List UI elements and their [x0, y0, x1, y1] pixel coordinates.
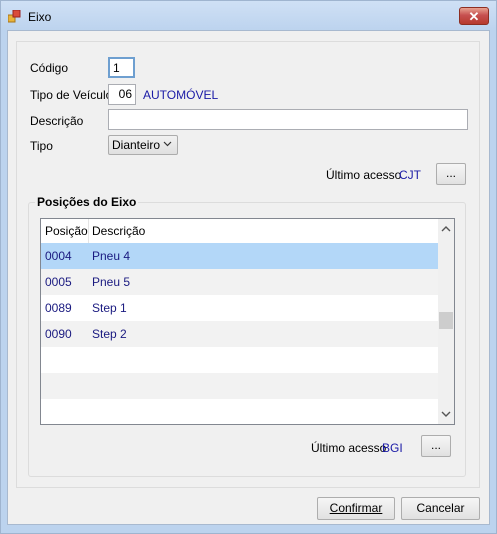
- confirm-button-label: Confirmar: [329, 501, 383, 515]
- scroll-down-icon[interactable]: [441, 409, 451, 419]
- vertical-scrollbar[interactable]: [438, 219, 454, 424]
- posicoes-ultimo-acesso-value: BGI: [382, 441, 403, 455]
- posicoes-grid[interactable]: Posição Descrição 0004 Pneu 4 0005 Pneu …: [40, 218, 455, 425]
- table-row[interactable]: 0005 Pneu 5: [41, 269, 438, 295]
- scroll-up-icon[interactable]: [441, 224, 451, 234]
- cell-descricao: Step 2: [92, 327, 127, 341]
- close-button[interactable]: ✕: [459, 7, 489, 25]
- descricao-input[interactable]: [108, 109, 468, 130]
- cancel-button-label: Cancelar: [416, 501, 465, 515]
- ultimo-acesso-value: CJT: [399, 168, 421, 182]
- cell-descricao: Pneu 4: [92, 249, 131, 263]
- confirm-button[interactable]: Confirmar: [317, 497, 395, 520]
- window-title: Eixo: [28, 10, 52, 24]
- column-header-posicao[interactable]: Posição: [45, 224, 88, 238]
- cell-posicao: 0090: [45, 327, 72, 341]
- cell-posicao: 0089: [45, 301, 72, 315]
- tipo-veiculo-description: AUTOMÓVEL: [143, 88, 219, 102]
- table-row[interactable]: 0090 Step 2: [41, 321, 438, 347]
- tipo-veiculo-label: Tipo de Veículo: [30, 88, 113, 102]
- cancel-button[interactable]: Cancelar: [401, 497, 480, 520]
- codigo-label: Código: [30, 61, 69, 75]
- posicoes-browse-button[interactable]: ...: [421, 435, 451, 457]
- empty-row: [41, 347, 438, 373]
- app-icon: [8, 10, 21, 23]
- descricao-label: Descrição: [30, 114, 84, 128]
- cell-descricao: Pneu 5: [92, 275, 131, 289]
- grid-header: Posição Descrição: [41, 219, 438, 244]
- empty-row: [41, 373, 438, 399]
- posicoes-ultimo-acesso-label: Último acesso: [311, 441, 387, 455]
- empty-row: [41, 399, 438, 424]
- cell-posicao: 0005: [45, 275, 72, 289]
- column-divider: [88, 219, 89, 243]
- cell-descricao: Step 1: [92, 301, 127, 315]
- cell-posicao: 0004: [45, 249, 72, 263]
- column-header-descricao[interactable]: Descrição: [92, 224, 145, 238]
- ultimo-acesso-browse-button[interactable]: ...: [436, 163, 466, 185]
- table-row[interactable]: 0004 Pneu 4: [41, 243, 438, 269]
- codigo-input[interactable]: 1: [108, 57, 135, 78]
- posicoes-legend: Posições do Eixo: [35, 195, 139, 209]
- table-row[interactable]: 0089 Step 1: [41, 295, 438, 321]
- scrollbar-thumb[interactable]: [439, 312, 453, 329]
- tipo-veiculo-input[interactable]: 06: [108, 84, 136, 105]
- ultimo-acesso-label: Último acesso: [326, 168, 402, 182]
- tipo-select-value: Dianteiro: [112, 138, 161, 152]
- tipo-label: Tipo: [30, 139, 53, 153]
- tipo-select[interactable]: Dianteiro: [108, 135, 178, 155]
- title-bar[interactable]: Eixo ✕: [1, 1, 496, 31]
- chevron-down-icon: [163, 141, 172, 147]
